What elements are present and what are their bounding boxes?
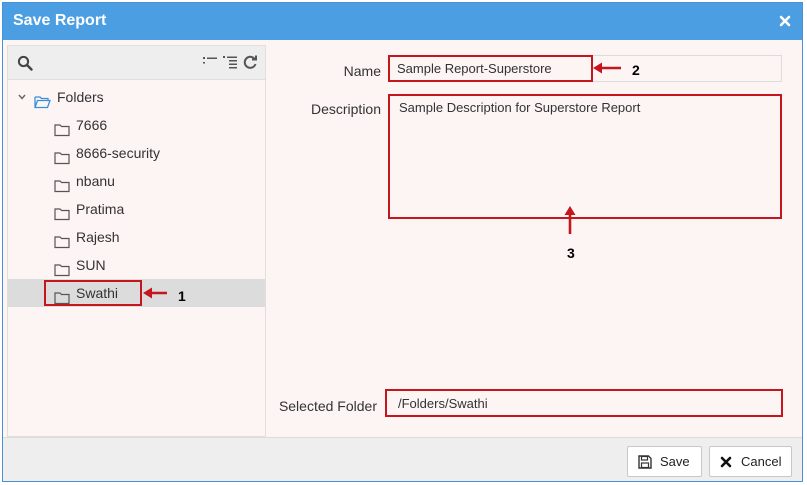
tree-root-folders[interactable]: Folders [8, 83, 265, 111]
tree-folder-label: Swathi [76, 285, 119, 301]
folder-icon [54, 286, 70, 314]
tree-folder-8666-security[interactable]: 8666-security [8, 139, 265, 167]
dialog-footer: Save Cancel [3, 437, 802, 481]
annotation-number-1: 1 [178, 288, 186, 304]
tree-folder-label: Rajesh [76, 229, 120, 245]
tree-folder-sun[interactable]: SUN [8, 251, 265, 279]
dialog-body: Folders 7666 8666-security nbanu Pratima… [3, 40, 802, 437]
description-label: Description [310, 101, 381, 117]
collapse-list-icon[interactable] [203, 55, 217, 74]
tree-root-label: Folders [57, 89, 104, 105]
cancel-button-label: Cancel [741, 454, 782, 469]
tree-folder-7666[interactable]: 7666 [8, 111, 265, 139]
tree-folder-label: 7666 [76, 117, 108, 133]
annotation-arrow-left-icon [592, 61, 622, 80]
description-textarea[interactable]: Sample Description for Superstore Report [388, 94, 782, 219]
tree-folder-label: SUN [76, 257, 106, 273]
tree-toolbar [8, 46, 265, 80]
annotation-number-2: 2 [632, 62, 640, 78]
selected-folder-field: /Folders/Swathi [385, 389, 783, 417]
name-label: Name [343, 63, 381, 79]
selected-folder-label: Selected Folder [278, 398, 377, 414]
search-icon[interactable] [17, 55, 33, 76]
expand-list-icon[interactable] [223, 55, 237, 74]
form-panel: Name Sample Report-Superstore 2 Descript… [266, 40, 802, 437]
annotation-arrow-up-icon [563, 205, 577, 240]
save-button-label: Save [660, 454, 690, 469]
tree-folder-pratima[interactable]: Pratima [8, 195, 265, 223]
close-icon [720, 456, 732, 471]
tree-folder-label: Pratima [76, 201, 125, 217]
save-button[interactable]: Save [627, 446, 702, 477]
tree-folder-label: 8666-security [76, 145, 161, 161]
cancel-button[interactable]: Cancel [709, 446, 792, 477]
close-icon[interactable] [777, 13, 793, 29]
name-input[interactable]: Sample Report-Superstore [388, 55, 782, 82]
save-report-dialog: Save Report Folders 7666 8666-security n… [2, 2, 803, 482]
dialog-title: Save Report [13, 12, 107, 29]
tree-folder-swathi[interactable]: Swathi [8, 279, 265, 307]
refresh-icon[interactable] [242, 54, 258, 75]
dialog-titlebar: Save Report [3, 3, 802, 40]
annotation-arrow-left-icon [142, 286, 168, 305]
save-icon [638, 455, 652, 472]
folder-tree-panel: Folders 7666 8666-security nbanu Pratima… [7, 45, 266, 437]
annotation-number-3: 3 [567, 245, 575, 261]
tree-folder-rajesh[interactable]: Rajesh [8, 223, 265, 251]
chevron-down-icon[interactable] [17, 83, 27, 111]
tree-folder-nbanu[interactable]: nbanu [8, 167, 265, 195]
tree-folder-label: nbanu [76, 173, 115, 189]
